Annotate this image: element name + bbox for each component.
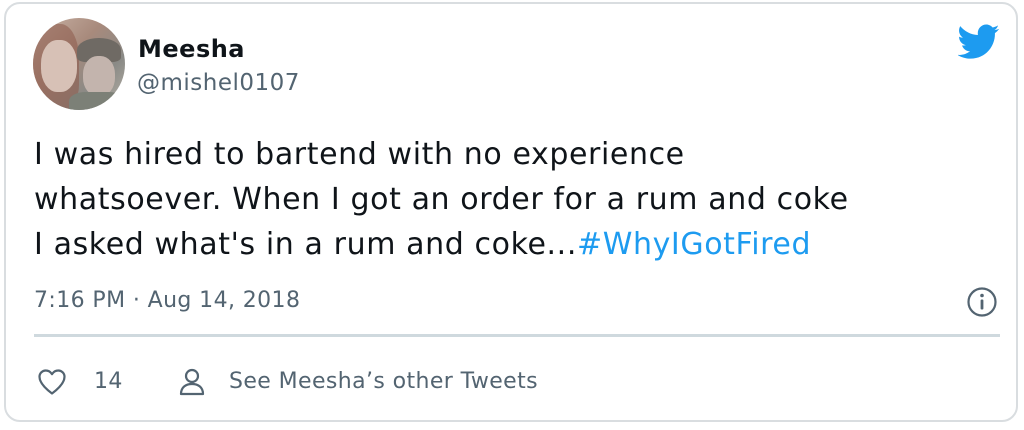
tweet-card[interactable]: Meesha @mishel0107 I was hired to barten… xyxy=(4,2,1018,422)
tweet-text-line-2: whatsoever. When I got an order for a ru… xyxy=(34,182,849,217)
see-other-tweets-label: See Meesha’s other Tweets xyxy=(229,369,538,394)
info-icon[interactable] xyxy=(966,286,998,318)
author-display-name[interactable]: Meesha xyxy=(138,34,245,64)
see-other-tweets-link[interactable]: See Meesha’s other Tweets xyxy=(179,366,639,398)
twitter-bird-icon[interactable] xyxy=(958,24,1000,60)
like-button[interactable]: 14 xyxy=(38,366,148,398)
tweet-text: I was hired to bartend with no experienc… xyxy=(34,132,1004,267)
avatar[interactable] xyxy=(33,18,125,110)
tweet-timestamp[interactable]: 7:16 PM · Aug 14, 2018 xyxy=(34,286,300,316)
hashtag-link[interactable]: #WhyIGotFired xyxy=(577,227,811,262)
heart-icon xyxy=(38,369,66,395)
divider xyxy=(34,334,1000,337)
tweet-text-line-3: I asked what's in a rum and coke... xyxy=(34,227,577,262)
author-handle[interactable]: @mishel0107 xyxy=(137,68,300,98)
person-icon xyxy=(179,368,205,396)
tweet-text-line-1: I was hired to bartend with no experienc… xyxy=(34,137,685,172)
like-count: 14 xyxy=(94,369,123,394)
